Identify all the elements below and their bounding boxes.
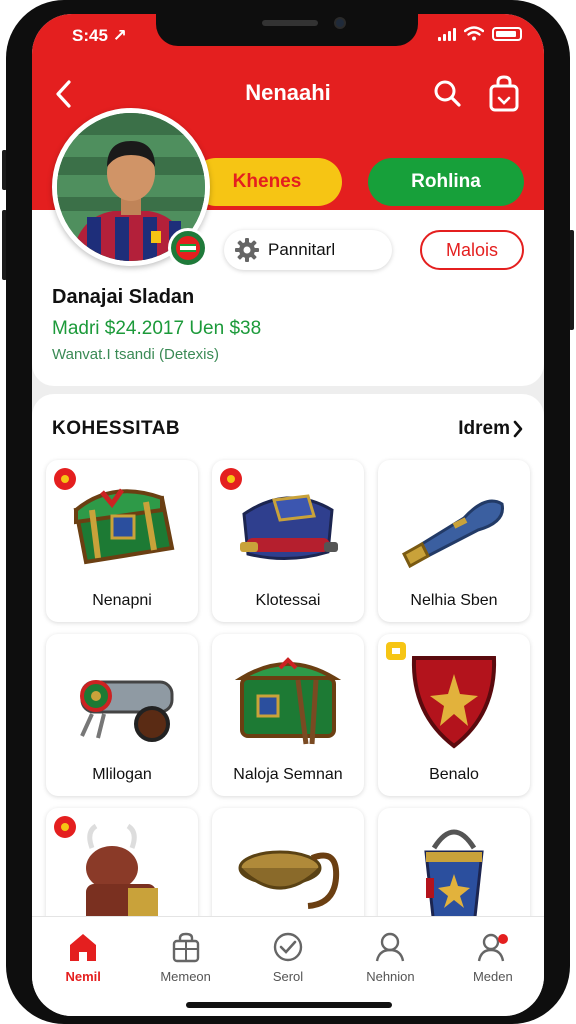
status-time: S:45 ↗ — [72, 26, 127, 45]
collection-item-card[interactable]: Klotessai — [212, 460, 364, 622]
profile-name: Danajai Sladan — [52, 286, 195, 308]
collection-grid: Nenapni Klotessai Nelhia Sben Mlilogan N… — [46, 460, 530, 970]
nav-item-meden[interactable]: Meden — [442, 917, 544, 1016]
front-camera — [334, 17, 346, 29]
collection-more-label: Idrem — [458, 418, 510, 439]
bucket-icon — [424, 829, 484, 926]
collection-item-card[interactable]: Mlilogan — [46, 634, 198, 796]
bull-statue-icon — [86, 823, 158, 926]
profile-balance: Madri $24.2017 Uen $38 — [52, 318, 262, 339]
collection-title: KOHESSITAB — [52, 418, 181, 439]
speaker — [262, 20, 318, 26]
bottom-nav: Nemil Memeon Serol Nehnion Meden — [32, 916, 544, 1016]
collection-item-label: Klotessai — [255, 592, 321, 609]
check-circle-icon — [273, 932, 303, 962]
device: S:45 ↗ Nenaahi Khenes Rohlina Pannitarl … — [0, 0, 576, 1024]
wifi-icon — [464, 26, 484, 41]
search-button[interactable] — [430, 76, 466, 112]
collection-item-label: Mlilogan — [92, 766, 152, 783]
nav-item-label: Nehnion — [366, 969, 415, 984]
team-badge-icon — [168, 228, 208, 268]
shopping-bag-icon — [489, 75, 519, 112]
rohlina-button[interactable]: Rohlina — [368, 158, 524, 206]
rope-bowl-icon — [238, 850, 340, 909]
chevron-right-icon — [513, 420, 523, 438]
settings-chip[interactable]: Pannitarl — [224, 230, 392, 270]
nav-item-label: Memeon — [160, 969, 211, 984]
home-indicator[interactable] — [186, 1002, 392, 1008]
collection-item-card[interactable]: Nelhia Sben — [378, 460, 530, 622]
nav-item-home[interactable]: Nemil — [32, 917, 134, 1016]
collection-item-card[interactable]: Naloja Semnan — [212, 634, 364, 796]
page-title: Nenaahi — [245, 80, 331, 105]
horn-icon — [402, 499, 504, 569]
nav-item-label: Nemil — [65, 969, 101, 984]
bedroll-icon — [240, 494, 338, 560]
treasure-chest-icon — [73, 488, 175, 565]
collection-item-label: Nenapni — [92, 592, 152, 609]
collection-section: KOHESSITAB Idrem Nenapni Klotessai Nelhi… — [32, 394, 544, 970]
status-icons — [438, 26, 522, 41]
khenes-button[interactable]: Khenes — [192, 158, 342, 206]
user-notification-icon — [477, 933, 508, 962]
gear-icon — [235, 238, 259, 262]
signal-icon — [438, 27, 456, 41]
profile-subtitle: Wanvat.I tsandi (Detexis) — [52, 346, 219, 363]
collection-item-card[interactable]: Nenapni — [46, 460, 198, 622]
nav-item-label: Meden — [472, 969, 513, 984]
collection-more-link[interactable]: Idrem — [458, 418, 524, 440]
screen: S:45 ↗ Nenaahi Khenes Rohlina Pannitarl … — [32, 14, 544, 1016]
user-icon — [376, 932, 405, 962]
bag-icon — [172, 932, 199, 963]
battery-icon — [492, 27, 522, 41]
collection-item-label: Naloja Semnan — [233, 766, 343, 783]
collection-item-label: Benalo — [429, 766, 479, 783]
malois-button[interactable]: Malois — [420, 230, 524, 270]
collection-item-card[interactable]: Benalo — [378, 634, 530, 796]
search-icon — [434, 80, 461, 107]
cannon-icon — [80, 680, 174, 742]
nav-item-label: Serol — [272, 969, 304, 984]
shopping-bag-button[interactable] — [486, 74, 522, 114]
settings-chip-label: Pannitarl — [268, 240, 336, 259]
home-icon — [70, 934, 97, 961]
collection-item-label: Nelhia Sben — [410, 592, 498, 609]
shield-icon — [411, 656, 497, 749]
green-chest-icon — [234, 657, 342, 745]
notch — [156, 14, 418, 46]
